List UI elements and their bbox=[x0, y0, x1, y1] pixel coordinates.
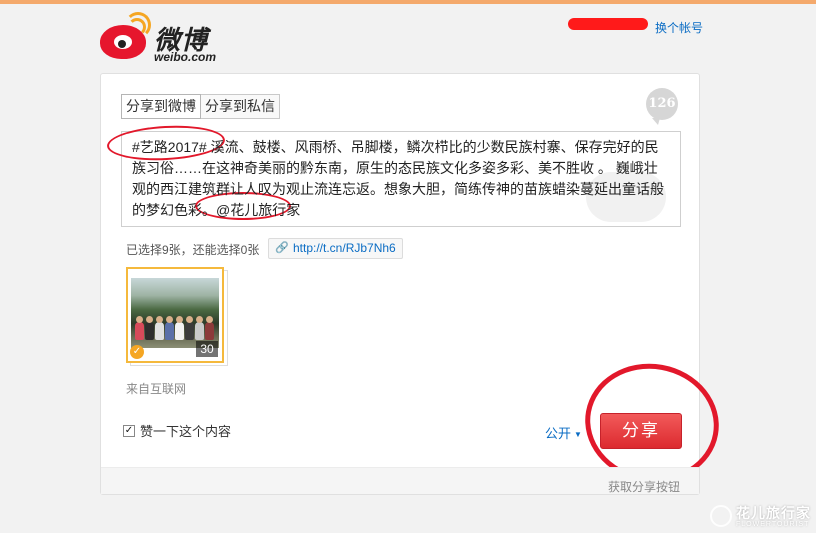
char-counter: 126 bbox=[646, 88, 678, 125]
share-card: 分享到微博 分享到私信 126 #艺路2017# 溪流、鼓楼、风雨桥、吊脚楼，鳞… bbox=[100, 73, 729, 495]
mention[interactable]: @花儿旅行家 bbox=[216, 202, 300, 218]
privacy-dropdown[interactable]: 公开 ▼ bbox=[545, 423, 582, 442]
post-textarea[interactable]: #艺路2017# 溪流、鼓楼、风雨桥、吊脚楼，鳞次栉比的少数民族村寨、保存完好的… bbox=[121, 131, 681, 227]
redacted-account-name bbox=[568, 18, 648, 30]
tab-share-to-weibo[interactable]: 分享到微博 bbox=[121, 94, 201, 119]
image-thumbnail-stack[interactable]: 30 ✓ bbox=[126, 267, 228, 366]
header: 微博 weibo.com 换个帐号 bbox=[0, 4, 816, 64]
brand-domain: weibo.com bbox=[154, 50, 217, 64]
group-photo bbox=[131, 278, 219, 348]
like-option[interactable]: ✓ 赞一下这个内容 bbox=[123, 421, 231, 440]
link-icon: 🔗 bbox=[275, 242, 289, 254]
caret-down-icon: ▼ bbox=[574, 430, 582, 440]
like-checkbox[interactable]: ✓ bbox=[123, 424, 135, 437]
source-text: 来自互联网 bbox=[126, 382, 187, 396]
get-share-button-link[interactable]: 获取分享按钮 bbox=[608, 478, 680, 495]
tab-share-to-message[interactable]: 分享到私信 bbox=[201, 94, 280, 119]
selected-check-icon: ✓ bbox=[130, 345, 144, 359]
watermark-cn: 花儿旅行家 bbox=[736, 505, 811, 521]
short-link[interactable]: 🔗 http://t.cn/RJb7Nh6 bbox=[268, 238, 403, 259]
weibo-logo[interactable]: 微博 weibo.com bbox=[98, 12, 228, 64]
watermark-en: FLOWERTOURIST bbox=[736, 521, 810, 528]
like-checkbox-label: 赞一下这个内容 bbox=[140, 424, 232, 439]
post-body: 溪流、鼓楼、风雨桥、吊脚楼，鳞次栉比的少数民族村寨、保存完好的民族习俗……在这神… bbox=[132, 139, 664, 218]
image-count-badge: 30 bbox=[196, 341, 218, 357]
watermark: 花儿旅行家 FLOWERTOURIST bbox=[710, 503, 816, 531]
flower-icon bbox=[710, 505, 732, 527]
share-button[interactable]: 分享 bbox=[600, 413, 682, 449]
hashtag[interactable]: #艺路2017# bbox=[132, 139, 207, 155]
switch-account-link[interactable]: 换个帐号 bbox=[655, 19, 703, 36]
share-tabs: 分享到微博 分享到私信 bbox=[121, 94, 280, 119]
image-thumbnail[interactable]: 30 ✓ bbox=[126, 267, 224, 363]
image-selection-info: 已选择9张，还能选择0张 bbox=[126, 243, 260, 257]
